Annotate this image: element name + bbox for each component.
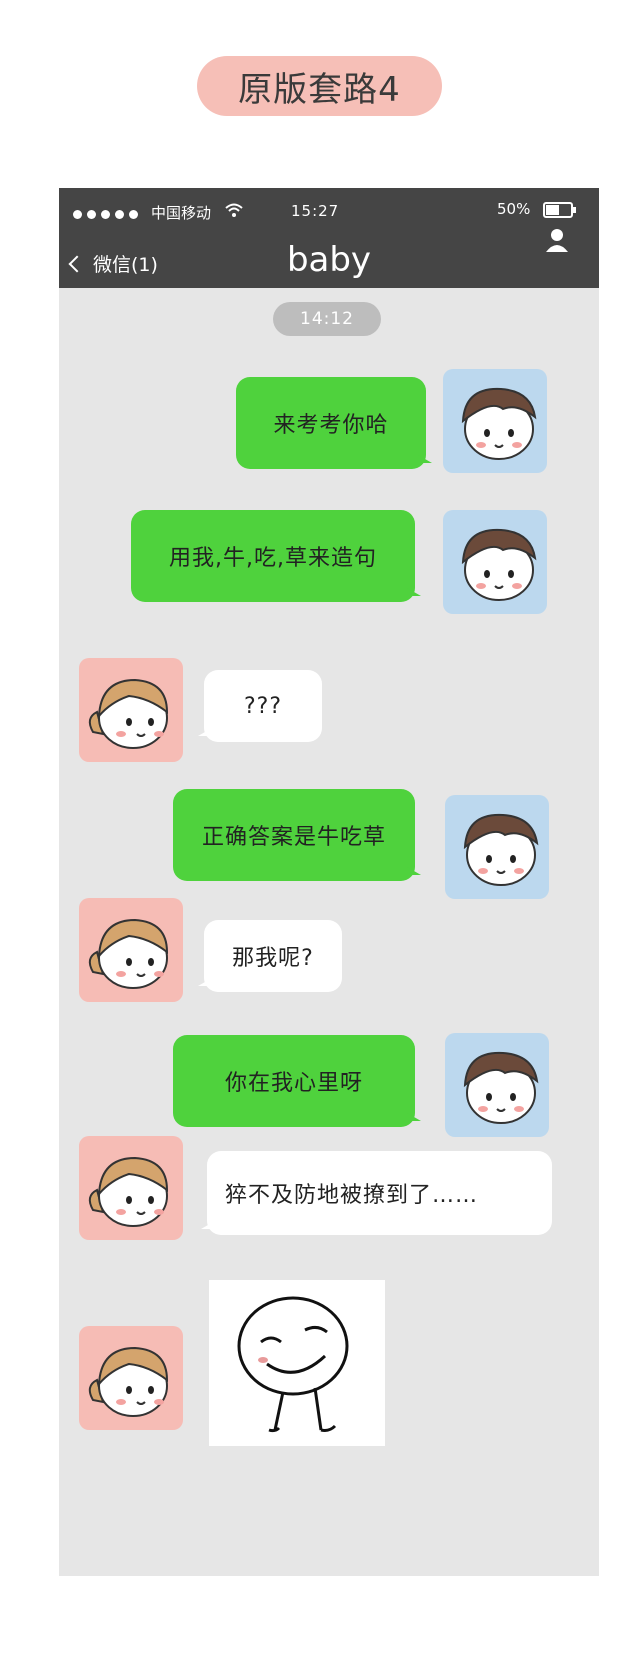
girl-face-icon [88,1346,169,1417]
boy-face-icon [461,528,537,601]
message-text: 用我,牛,吃,草来造句 [169,546,377,571]
message-bubble-sent[interactable]: 正确答案是牛吃草 [173,789,421,881]
girl-face-icon [88,678,169,749]
avatar-boy[interactable] [445,1033,549,1137]
wifi-icon [225,203,243,217]
battery-icon [543,202,576,218]
smug-face-icon [237,1296,349,1433]
header-title: 原版套路4 [197,56,442,116]
message-text: 你在我心里呀 [224,1071,363,1096]
signal-icon [73,210,138,219]
girl-face-icon [88,918,169,989]
status-bar: 中国移动 15:27 50% 微信(1) baby [59,188,599,288]
message-text: 正确答案是牛吃草 [201,825,386,850]
carrier-label: 中国移动 [151,204,212,222]
avatar-girl[interactable] [79,658,183,762]
person-icon[interactable] [545,228,569,252]
message-text: ??? [243,693,283,719]
message-text: 那我呢? [232,946,314,971]
phone-screen: 中国移动 15:27 50% 微信(1) baby 14:12 来考考你哈 用我… [59,188,599,1576]
status-time: 15:27 [291,202,340,220]
message-bubble-received[interactable]: ??? [198,670,322,742]
chat-title: baby [286,240,372,280]
battery-percent: 50% [497,200,531,218]
avatar-girl[interactable] [79,1326,183,1430]
message-text: 猝不及防地被撩到了…… [225,1183,479,1208]
avatar-girl[interactable] [79,1136,183,1240]
girl-face-icon [88,1156,169,1227]
message-bubble-sent[interactable]: 你在我心里呀 [173,1035,421,1127]
avatar-girl[interactable] [79,898,183,1002]
boy-face-icon [463,813,539,886]
boy-face-icon [463,1051,539,1124]
avatar-boy[interactable] [443,510,547,614]
message-bubble-sent[interactable]: 来考考你哈 [236,377,432,469]
message-text: 来考考你哈 [273,413,389,438]
timestamp: 14:12 [273,302,381,336]
message-bubble-sent[interactable]: 用我,牛,吃,草来造句 [131,510,421,602]
avatar-boy[interactable] [445,795,549,899]
avatar-boy[interactable] [443,369,547,473]
smug-face-sticker[interactable] [209,1280,385,1446]
boy-face-icon [461,387,537,460]
message-bubble-received[interactable]: 猝不及防地被撩到了…… [201,1151,552,1235]
message-bubble-received[interactable]: 那我呢? [198,920,342,992]
